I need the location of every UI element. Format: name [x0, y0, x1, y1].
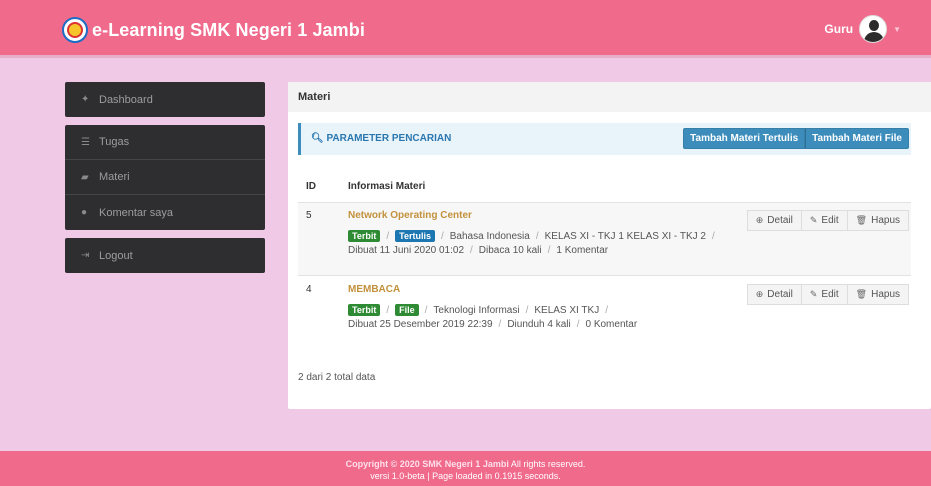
table-row: 4 MEMBACA Terbit / File / Teknologi Info…	[298, 277, 911, 349]
delete-label: Hapus	[871, 289, 900, 300]
row-actions: ⊕ Detail ✎ Edit 🗑︎ Hapus	[746, 284, 909, 305]
type-badge: Tertulis	[395, 230, 435, 242]
detail-label: Detail	[767, 289, 793, 300]
sidebar-group-account: ⇥ Logout	[65, 238, 265, 273]
table-row: 5 Network Operating Center Terbit / Tert…	[298, 202, 911, 276]
user-role-label: Guru	[824, 22, 854, 36]
sidebar-item-logout[interactable]: ⇥ Logout	[65, 238, 265, 273]
downloads-text: Diunduh 4 kali	[507, 319, 571, 330]
add-text-material-button[interactable]: Tambah Materi Tertulis	[683, 128, 806, 149]
page-title: Materi	[288, 82, 931, 112]
sidebar-item-komentar[interactable]: ● Komentar saya	[65, 195, 265, 230]
comments-icon: ●	[81, 207, 88, 218]
rights-text: All rights reserved.	[510, 459, 586, 469]
column-header-id: ID	[306, 181, 316, 192]
views-text: Dibaca 10 kali	[478, 245, 542, 256]
trash-icon: 🗑︎	[855, 289, 868, 299]
material-meta: Terbit / Tertulis / Bahasa Indonesia / K…	[348, 230, 721, 242]
edit-label: Edit	[821, 215, 839, 226]
created-text: Dibuat 11 Juni 2020 01:02	[348, 245, 465, 256]
app-title: e-Learning SMK Negeri 1 Jambi	[92, 19, 365, 40]
edit-label: Edit	[821, 289, 839, 300]
sidebar-item-materi[interactable]: ▰ Materi	[65, 160, 265, 195]
classes-text: KELAS XI - TKJ 1 KELAS XI - TKJ 2	[544, 230, 706, 242]
sidebar-item-label: Komentar saya	[99, 206, 173, 219]
search-icon: 🔍︎	[311, 133, 324, 144]
search-toggle[interactable]: 🔍︎ PARAMETER PENCARIAN	[311, 133, 451, 144]
edit-icon: ✎	[809, 289, 818, 299]
add-file-material-button[interactable]: Tambah Materi File	[805, 128, 909, 149]
user-avatar-icon	[859, 15, 888, 43]
chevron-down-icon: ▼	[893, 24, 901, 34]
sidebar-item-dashboard[interactable]: ✦ Dashboard	[65, 82, 265, 117]
delete-label: Hapus	[871, 215, 900, 226]
copyright-line: Copyright © 2020 SMK Negeri 1 Jambi All …	[0, 458, 931, 470]
sidebar-item-label: Materi	[99, 171, 130, 183]
comments-text: 1 Komentar	[556, 245, 609, 256]
school-logo-icon	[62, 17, 88, 43]
school-link[interactable]: SMK Negeri 1 Jambi	[422, 459, 509, 469]
total-count-text: 2 dari 2 total data	[298, 372, 376, 383]
status-badge: Terbit	[348, 304, 381, 316]
column-header-info: Informasi Materi	[348, 181, 426, 192]
top-navbar: e-Learning SMK Negeri 1 Jambi Guru ▼	[0, 0, 931, 58]
detail-label: Detail	[767, 215, 793, 226]
sidebar-group-content: ☰ Tugas ▰ Materi ● Komentar saya	[65, 125, 265, 230]
edit-icon: ✎	[809, 215, 818, 225]
search-parameter-bar: 🔍︎ PARAMETER PENCARIAN Tambah Materi Ter…	[298, 123, 911, 155]
book-icon: ▰	[81, 171, 89, 183]
material-stats: Dibuat 25 Desember 2019 22:39/Diunduh 4 …	[348, 319, 638, 330]
delete-button[interactable]: 🗑︎ Hapus	[847, 284, 909, 305]
sign-out-icon: ⇥	[81, 250, 90, 261]
subject-text: Teknologi Informasi	[433, 304, 520, 316]
detail-button[interactable]: ⊕ Detail	[746, 210, 802, 231]
edit-button[interactable]: ✎ Edit	[801, 210, 848, 231]
delete-button[interactable]: 🗑︎ Hapus	[847, 210, 909, 231]
subject-text: Bahasa Indonesia	[449, 230, 530, 242]
type-badge: File	[395, 304, 419, 316]
sidebar-group-main: ✦ Dashboard	[65, 82, 265, 117]
version-text: versi 1.0-beta | Page loaded in 0.1915 s…	[370, 471, 561, 481]
zoom-icon: ⊕	[755, 215, 764, 225]
list-icon: ☰	[81, 136, 90, 148]
sidebar-item-label: Dashboard	[99, 93, 153, 106]
trash-icon: 🗑︎	[855, 215, 868, 225]
row-id: 4	[306, 284, 312, 295]
sidebar: ✦ Dashboard ☰ Tugas ▰ Materi ● Komentar …	[65, 82, 265, 281]
status-badge: Terbit	[348, 230, 381, 242]
comments-text: 0 Komentar	[585, 319, 638, 330]
materi-panel: Materi 🔍︎ PARAMETER PENCARIAN Tambah Mat…	[288, 82, 931, 409]
footer: Copyright © 2020 SMK Negeri 1 Jambi All …	[0, 451, 931, 486]
detail-button[interactable]: ⊕ Detail	[746, 284, 802, 305]
brand[interactable]: e-Learning SMK Negeri 1 Jambi	[62, 17, 365, 43]
sidebar-item-label: Tugas	[99, 136, 130, 148]
row-id: 5	[306, 210, 312, 221]
search-parameter-label: PARAMETER PENCARIAN	[326, 133, 452, 144]
material-title-link[interactable]: Network Operating Center	[348, 210, 472, 221]
material-stats: Dibuat 11 Juni 2020 01:02/Dibaca 10 kali…	[348, 245, 609, 256]
sidebar-item-label: Logout	[99, 249, 133, 262]
sidebar-item-tugas[interactable]: ☰ Tugas	[65, 125, 265, 160]
user-menu[interactable]: Guru ▼	[824, 15, 901, 43]
zoom-icon: ⊕	[755, 289, 764, 299]
classes-text: KELAS XI TKJ	[534, 304, 600, 316]
edit-button[interactable]: ✎ Edit	[801, 284, 848, 305]
material-meta: Terbit / File / Teknologi Informasi / KE…	[348, 304, 614, 316]
row-actions: ⊕ Detail ✎ Edit 🗑︎ Hapus	[746, 210, 909, 231]
material-title-link[interactable]: MEMBACA	[348, 284, 400, 295]
home-icon: ✦	[81, 94, 90, 105]
copyright-prefix: Copyright © 2020	[345, 459, 420, 469]
created-text: Dibuat 25 Desember 2019 22:39	[348, 319, 493, 330]
